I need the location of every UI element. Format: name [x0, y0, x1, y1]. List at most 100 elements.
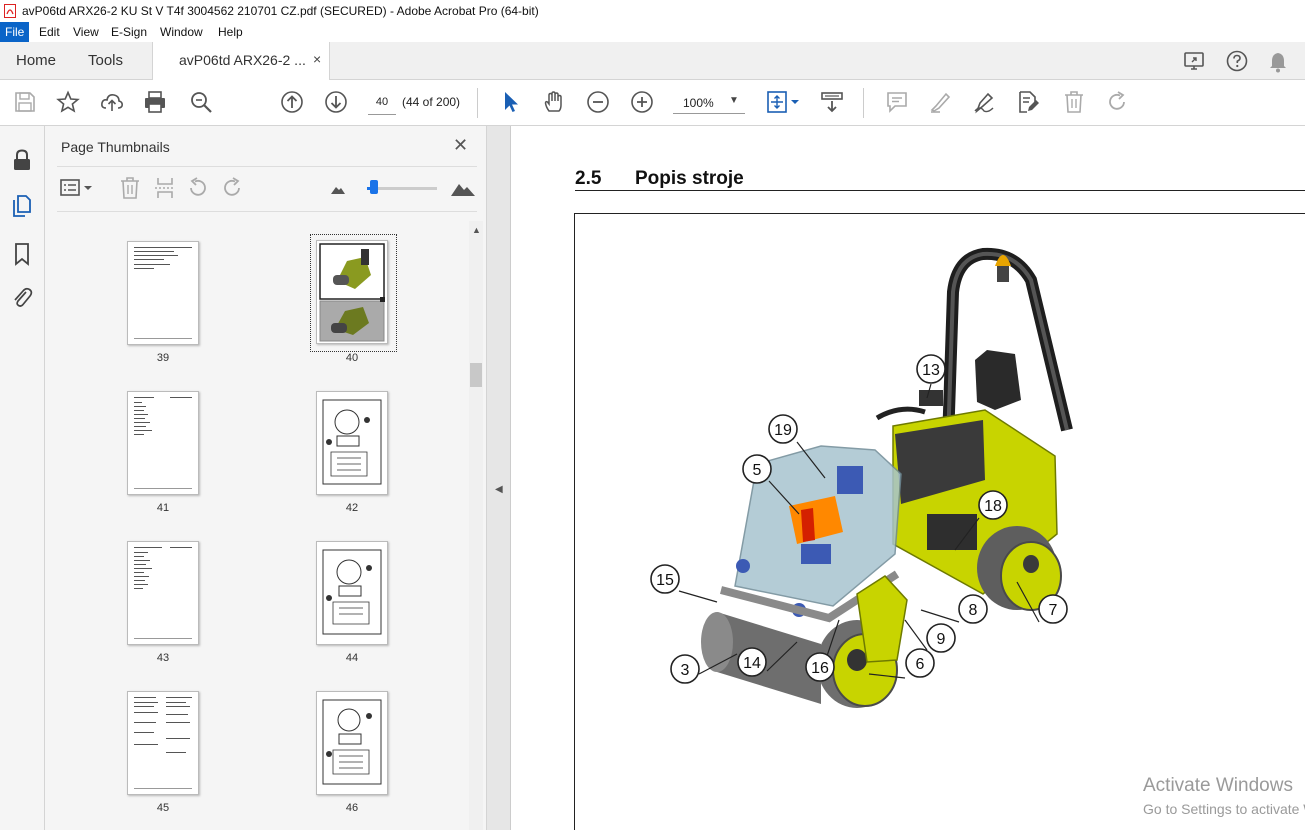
zoom-search-icon[interactable] [189, 90, 213, 114]
callout-9: 9 [937, 631, 946, 648]
thumbnails-grid: 39 40 41 42 43 44 45 46 [57, 221, 469, 830]
menu-bar: File Edit View E-Sign Window Help [0, 22, 1305, 42]
thumbnail-label: 39 [156, 352, 170, 364]
document-view: 2.5 Popis stroje 13 19 5 18 15 8 7 9 3 1… [511, 126, 1305, 830]
redo-icon[interactable] [1105, 90, 1129, 114]
draw-icon[interactable] [972, 90, 996, 114]
highlight-icon[interactable] [928, 90, 952, 114]
navigation-rail [0, 126, 45, 830]
callout-13: 13 [922, 362, 940, 379]
small-thumbnails-icon[interactable] [331, 184, 345, 194]
notifications-icon[interactable] [1267, 50, 1289, 74]
section-title: Popis stroje [635, 168, 744, 189]
tab-tools[interactable]: Tools [88, 42, 123, 79]
toolbar: (44 of 200) 100% ▼ [0, 80, 1305, 126]
lock-icon[interactable] [10, 148, 34, 172]
thumbnail-label: 43 [156, 652, 170, 664]
previous-page-icon[interactable] [280, 90, 304, 114]
menu-file[interactable]: File [0, 22, 30, 42]
panel-title: Page Thumbnails [61, 139, 170, 155]
callout-16: 16 [811, 660, 829, 677]
panel-divider [57, 166, 477, 167]
panel-collapse-strip[interactable]: ◀ [487, 126, 511, 830]
figure-frame: 13 19 5 18 15 8 7 9 3 14 16 6 [574, 213, 1305, 830]
window-title: avP06td ARX26-2 KU St V T4f 3004562 2107… [22, 4, 539, 18]
zoom-in-icon[interactable] [630, 90, 654, 114]
title-bar: avP06td ARX26-2 KU St V T4f 3004562 2107… [0, 0, 1305, 22]
toolbar-divider [863, 88, 864, 118]
scroll-up-icon[interactable]: ▲ [472, 225, 481, 235]
attachments-icon[interactable] [10, 286, 34, 310]
bookmark-star-icon[interactable] [56, 90, 80, 114]
callout-18: 18 [984, 498, 1002, 515]
activation-watermark-title: Activate Windows [1143, 775, 1293, 796]
zoom-value: 100% [683, 96, 714, 110]
comment-icon[interactable] [885, 90, 909, 114]
scrollbar-thumb[interactable] [470, 363, 482, 387]
callout-8: 8 [969, 602, 978, 619]
slider-knob[interactable] [370, 180, 378, 194]
delete-page-icon[interactable] [118, 176, 142, 200]
select-cursor-icon[interactable] [499, 90, 523, 114]
print-icon[interactable] [143, 90, 167, 114]
page-thumbnail-44[interactable] [316, 541, 388, 645]
page-thumbnail-41[interactable] [127, 391, 199, 495]
edit-pdf-icon[interactable] [1016, 90, 1040, 114]
callout-19: 19 [774, 422, 792, 439]
callout-14: 14 [743, 655, 761, 672]
callout-5: 5 [753, 462, 762, 479]
thumbnail-label: 40 [345, 352, 359, 364]
page-thumbnail-39[interactable] [127, 241, 199, 345]
scroll-mode-icon[interactable] [820, 90, 844, 114]
help-icon[interactable] [1225, 49, 1249, 73]
options-menu-icon[interactable] [59, 176, 97, 200]
close-panel-button[interactable]: ✕ [453, 135, 468, 156]
bookmarks-icon[interactable] [10, 242, 34, 266]
page-thumbnail-42[interactable] [316, 391, 388, 495]
rotate-counterclockwise-icon[interactable] [186, 176, 210, 200]
tab-document-label: avP06td ARX26-2 ... [179, 52, 306, 68]
delete-icon[interactable] [1062, 90, 1086, 114]
page-thumbnail-40[interactable] [316, 240, 388, 344]
thumbnails-scrollbar[interactable]: ▲ [469, 221, 483, 830]
menu-help[interactable]: Help [213, 22, 248, 42]
acrobat-pdf-icon [4, 4, 16, 18]
tab-bar: Home Tools avP06td ARX26-2 ... × [0, 42, 1305, 80]
save-icon[interactable] [13, 90, 37, 114]
thumbnail-label: 45 [156, 802, 170, 814]
callout-15: 15 [656, 572, 674, 589]
next-page-icon[interactable] [324, 90, 348, 114]
close-tab-button[interactable]: × [313, 51, 321, 67]
page-thumbnail-43[interactable] [127, 541, 199, 645]
rotate-clockwise-icon[interactable] [220, 176, 244, 200]
section-number: 2.5 [575, 168, 602, 189]
tab-home[interactable]: Home [16, 42, 56, 79]
page-count: (44 of 200) [402, 95, 461, 109]
menu-window[interactable]: Window [155, 22, 208, 42]
tab-document[interactable]: avP06td ARX26-2 ... × [152, 42, 330, 80]
thumbnail-label: 44 [345, 652, 359, 664]
panel-divider [57, 211, 477, 212]
thumbnail-label: 46 [345, 802, 359, 814]
thumbnail-label: 42 [345, 502, 359, 514]
menu-esign[interactable]: E-Sign [106, 22, 152, 42]
large-thumbnails-icon[interactable] [451, 180, 475, 196]
zoom-out-icon[interactable] [586, 90, 610, 114]
hand-icon[interactable] [542, 90, 566, 114]
extract-pages-icon[interactable] [153, 176, 177, 200]
menu-edit[interactable]: Edit [34, 22, 65, 42]
page-thumbnails-panel: Page Thumbnails ✕ 39 40 41 42 43 44 45 4… [45, 126, 487, 830]
page-thumbnail-46[interactable] [316, 691, 388, 795]
toolbar-divider [477, 88, 478, 118]
callout-3: 3 [681, 662, 690, 679]
machine-illustration: 13 19 5 18 15 8 7 9 3 14 16 6 [650, 247, 1073, 708]
zoom-select[interactable]: 100% ▼ [673, 90, 745, 114]
collapse-arrow-icon[interactable]: ◀ [495, 484, 503, 495]
upload-icon[interactable] [100, 90, 124, 114]
page-thumbnail-45[interactable] [127, 691, 199, 795]
fit-page-icon[interactable] [766, 90, 802, 114]
share-screen-icon[interactable] [1183, 50, 1207, 72]
page-thumbnails-icon[interactable] [10, 194, 34, 218]
page-number-input[interactable] [368, 90, 396, 115]
menu-view[interactable]: View [68, 22, 104, 42]
